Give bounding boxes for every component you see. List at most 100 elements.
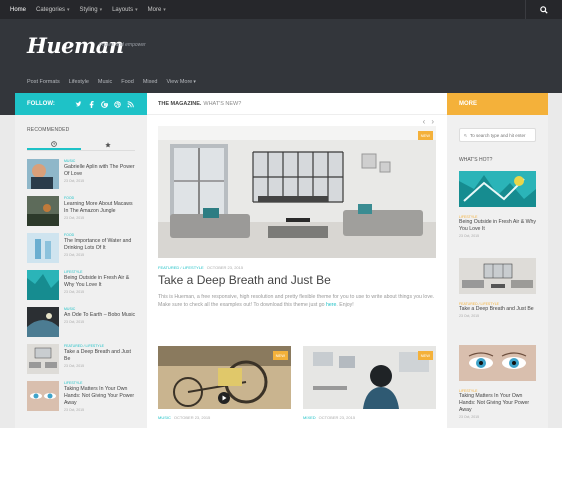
subnav-item[interactable]: Food bbox=[121, 79, 134, 85]
download-link[interactable]: here bbox=[326, 302, 336, 308]
whats-hot-list: Lifestyle Being Outside in Fresh Air & W… bbox=[459, 171, 548, 428]
post-thumbnail bbox=[27, 159, 59, 189]
new-badge: NEW bbox=[417, 351, 433, 360]
post-thumbnail bbox=[27, 381, 59, 411]
follow-bar: FOLLOW: bbox=[15, 93, 147, 115]
grid-post-2-meta: MIXED OCTOBER 23, 2015 bbox=[303, 415, 355, 420]
chevron-down-icon: ▾ bbox=[135, 6, 138, 13]
chevron-down-icon: ▾ bbox=[67, 6, 70, 13]
section-subtitle: WHAT'S NEW? bbox=[203, 100, 242, 107]
subnav-item[interactable]: Music bbox=[98, 79, 112, 85]
nav-item-categories[interactable]: Categories ▾ bbox=[36, 7, 70, 13]
sidebar-search[interactable] bbox=[459, 128, 536, 142]
rec-category[interactable]: Music bbox=[64, 159, 136, 163]
post-thumbnail bbox=[27, 196, 59, 226]
grid-post-2-image[interactable]: NEW bbox=[303, 346, 436, 409]
rec-date: 23 Oct, 2015 bbox=[64, 290, 85, 294]
hot-item-date: 23 Oct, 2015 bbox=[459, 415, 480, 419]
rec-category[interactable]: Lifestyle bbox=[64, 270, 136, 274]
rec-date: 23 Oct, 2015 bbox=[64, 253, 85, 257]
top-nav: Home Categories ▾ Styling ▾ Layouts ▾ More ▾ bbox=[0, 0, 562, 19]
rec-category[interactable]: Music bbox=[64, 307, 136, 311]
dribbble-icon[interactable] bbox=[114, 100, 121, 108]
rec-date: 23 Oct, 2015 bbox=[64, 408, 85, 412]
prev-icon[interactable]: ‹ bbox=[423, 117, 426, 126]
rec-title[interactable]: An Ode To Earth – Bobo Music bbox=[64, 312, 136, 319]
rec-category[interactable]: Food bbox=[64, 233, 136, 237]
site-header: Hueman Inspire and empower Post Formats L… bbox=[0, 19, 562, 93]
rec-title[interactable]: Being Outside in Fresh Air & Why You Lov… bbox=[64, 275, 136, 289]
sub-nav: Post Formats Lifestyle Music Food Mixed View … bbox=[27, 79, 196, 85]
chevron-down-icon: ▾ bbox=[193, 79, 196, 85]
subnav-item[interactable]: View More bbox=[166, 79, 192, 85]
nav-item-label: Categories bbox=[36, 6, 66, 13]
subnav-item[interactable]: Mixed bbox=[143, 79, 158, 85]
hot-item-date: 23 Oct, 2015 bbox=[459, 234, 480, 238]
hot-item-title[interactable]: Being Outside in Fresh Air & Why You Lov… bbox=[459, 219, 536, 233]
new-badge: NEW bbox=[272, 351, 288, 360]
grid-post-1-image[interactable]: NEW bbox=[158, 346, 291, 409]
search-toggle[interactable] bbox=[525, 0, 562, 19]
list-item[interactable]: Food The Importance of Water and Drinking… bbox=[27, 233, 147, 270]
section-title: THE MAGAZINE. bbox=[158, 100, 202, 107]
featured-image[interactable]: NEW bbox=[158, 126, 436, 258]
google-icon[interactable] bbox=[100, 100, 108, 108]
rec-title[interactable]: Gabrielle Aplin with The Power Of Love bbox=[64, 164, 136, 178]
rec-title[interactable]: Take a Deep Breath and Just Be bbox=[64, 349, 136, 363]
subnav-item[interactable]: Lifestyle bbox=[69, 79, 89, 85]
left-sidebar: FOLLOW: RECOMMENDED Music Gabrielle Aplin… bbox=[15, 93, 147, 428]
follow-label: FOLLOW: bbox=[27, 101, 55, 107]
featured-title[interactable]: Take a Deep Breath and Just Be bbox=[158, 273, 331, 287]
list-item[interactable]: Lifestyle Being Outside in Fresh Air & Wh… bbox=[27, 270, 147, 307]
rec-category[interactable]: Featured / Lifestyle bbox=[64, 344, 136, 348]
rec-category[interactable]: Food bbox=[64, 196, 136, 200]
list-item[interactable]: Lifestyle Being Outside in Fresh Air & W… bbox=[459, 171, 548, 258]
rec-date: 23 Oct, 2015 bbox=[64, 320, 85, 324]
list-item[interactable]: Music An Ode To Earth – Bobo Music 23 Oct,… bbox=[27, 307, 147, 344]
star-icon bbox=[105, 141, 111, 147]
nav-item-home[interactable]: Home bbox=[10, 7, 26, 13]
list-item[interactable]: Featured / Lifestyle Take a Deep Breath a… bbox=[27, 344, 147, 381]
nav-item-layouts[interactable]: Layouts ▾ bbox=[112, 7, 138, 13]
featured-category[interactable]: FEATURED / LIFESTYLE bbox=[158, 265, 204, 270]
search-input[interactable] bbox=[470, 132, 535, 138]
twitter-icon[interactable] bbox=[75, 100, 82, 108]
hot-item-title[interactable]: Taking Matters In Your Own Hands: Not Gi… bbox=[459, 393, 536, 414]
next-icon[interactable]: › bbox=[431, 117, 434, 126]
rec-text: Lifestyle Taking Matters In Your Own Hand… bbox=[64, 381, 136, 418]
tab-popular[interactable] bbox=[81, 139, 135, 150]
list-item[interactable]: Lifestyle Taking Matters In Your Own Han… bbox=[459, 345, 548, 428]
clock-icon bbox=[51, 140, 57, 147]
list-item[interactable]: Music Gabrielle Aplin with The Power Of L… bbox=[27, 159, 147, 196]
facebook-icon[interactable] bbox=[88, 100, 95, 108]
grid-post-1-category[interactable]: MUSIC bbox=[158, 415, 171, 420]
eyes-photo bbox=[459, 345, 536, 381]
tab-recent[interactable] bbox=[27, 139, 81, 150]
rec-text: Food Learning More About Macaws In The Am… bbox=[64, 196, 136, 233]
site: Home Categories ▾ Styling ▾ Layouts ▾ More ▾ Hue… bbox=[0, 0, 562, 428]
hot-item-title[interactable]: Take a Deep Breath and Just Be bbox=[459, 306, 536, 313]
post-thumbnail bbox=[27, 344, 59, 374]
excerpt-end: . Enjoy! bbox=[336, 302, 354, 308]
list-item[interactable]: Featured / Lifestyle Take a Deep Breath … bbox=[459, 258, 548, 345]
rec-title[interactable]: The Importance of Water and Drinking Lot… bbox=[64, 238, 136, 252]
office-photo bbox=[303, 346, 436, 409]
rss-icon[interactable] bbox=[127, 100, 134, 108]
rec-category[interactable]: Lifestyle bbox=[64, 381, 136, 385]
subnav-item[interactable]: Post Formats bbox=[27, 79, 60, 85]
rec-date: 23 Oct, 2015 bbox=[64, 179, 85, 183]
nav-item-more[interactable]: More ▾ bbox=[148, 7, 166, 13]
grid-post-1-date: OCTOBER 23, 2015 bbox=[173, 415, 211, 420]
recommended-list: Music Gabrielle Aplin with The Power Of L… bbox=[27, 159, 147, 418]
list-item[interactable]: Lifestyle Taking Matters In Your Own Hand… bbox=[27, 381, 147, 418]
rec-title[interactable]: Taking Matters In Your Own Hands: Not Gi… bbox=[64, 386, 136, 407]
rec-title[interactable]: Learning More About Macaws In The Amazon… bbox=[64, 201, 136, 215]
section-header: THE MAGAZINE. WHAT'S NEW? bbox=[147, 93, 447, 115]
site-tagline: Inspire and empower bbox=[99, 42, 146, 48]
recommended-tabs bbox=[27, 139, 135, 151]
rec-text: Lifestyle Being Outside in Fresh Air & Wh… bbox=[64, 270, 136, 307]
list-item[interactable]: Food Learning More About Macaws In The Am… bbox=[27, 196, 147, 233]
post-thumbnail bbox=[27, 233, 59, 263]
nav-item-styling[interactable]: Styling ▾ bbox=[80, 7, 103, 13]
grid-post-2-category[interactable]: MIXED bbox=[303, 415, 316, 420]
